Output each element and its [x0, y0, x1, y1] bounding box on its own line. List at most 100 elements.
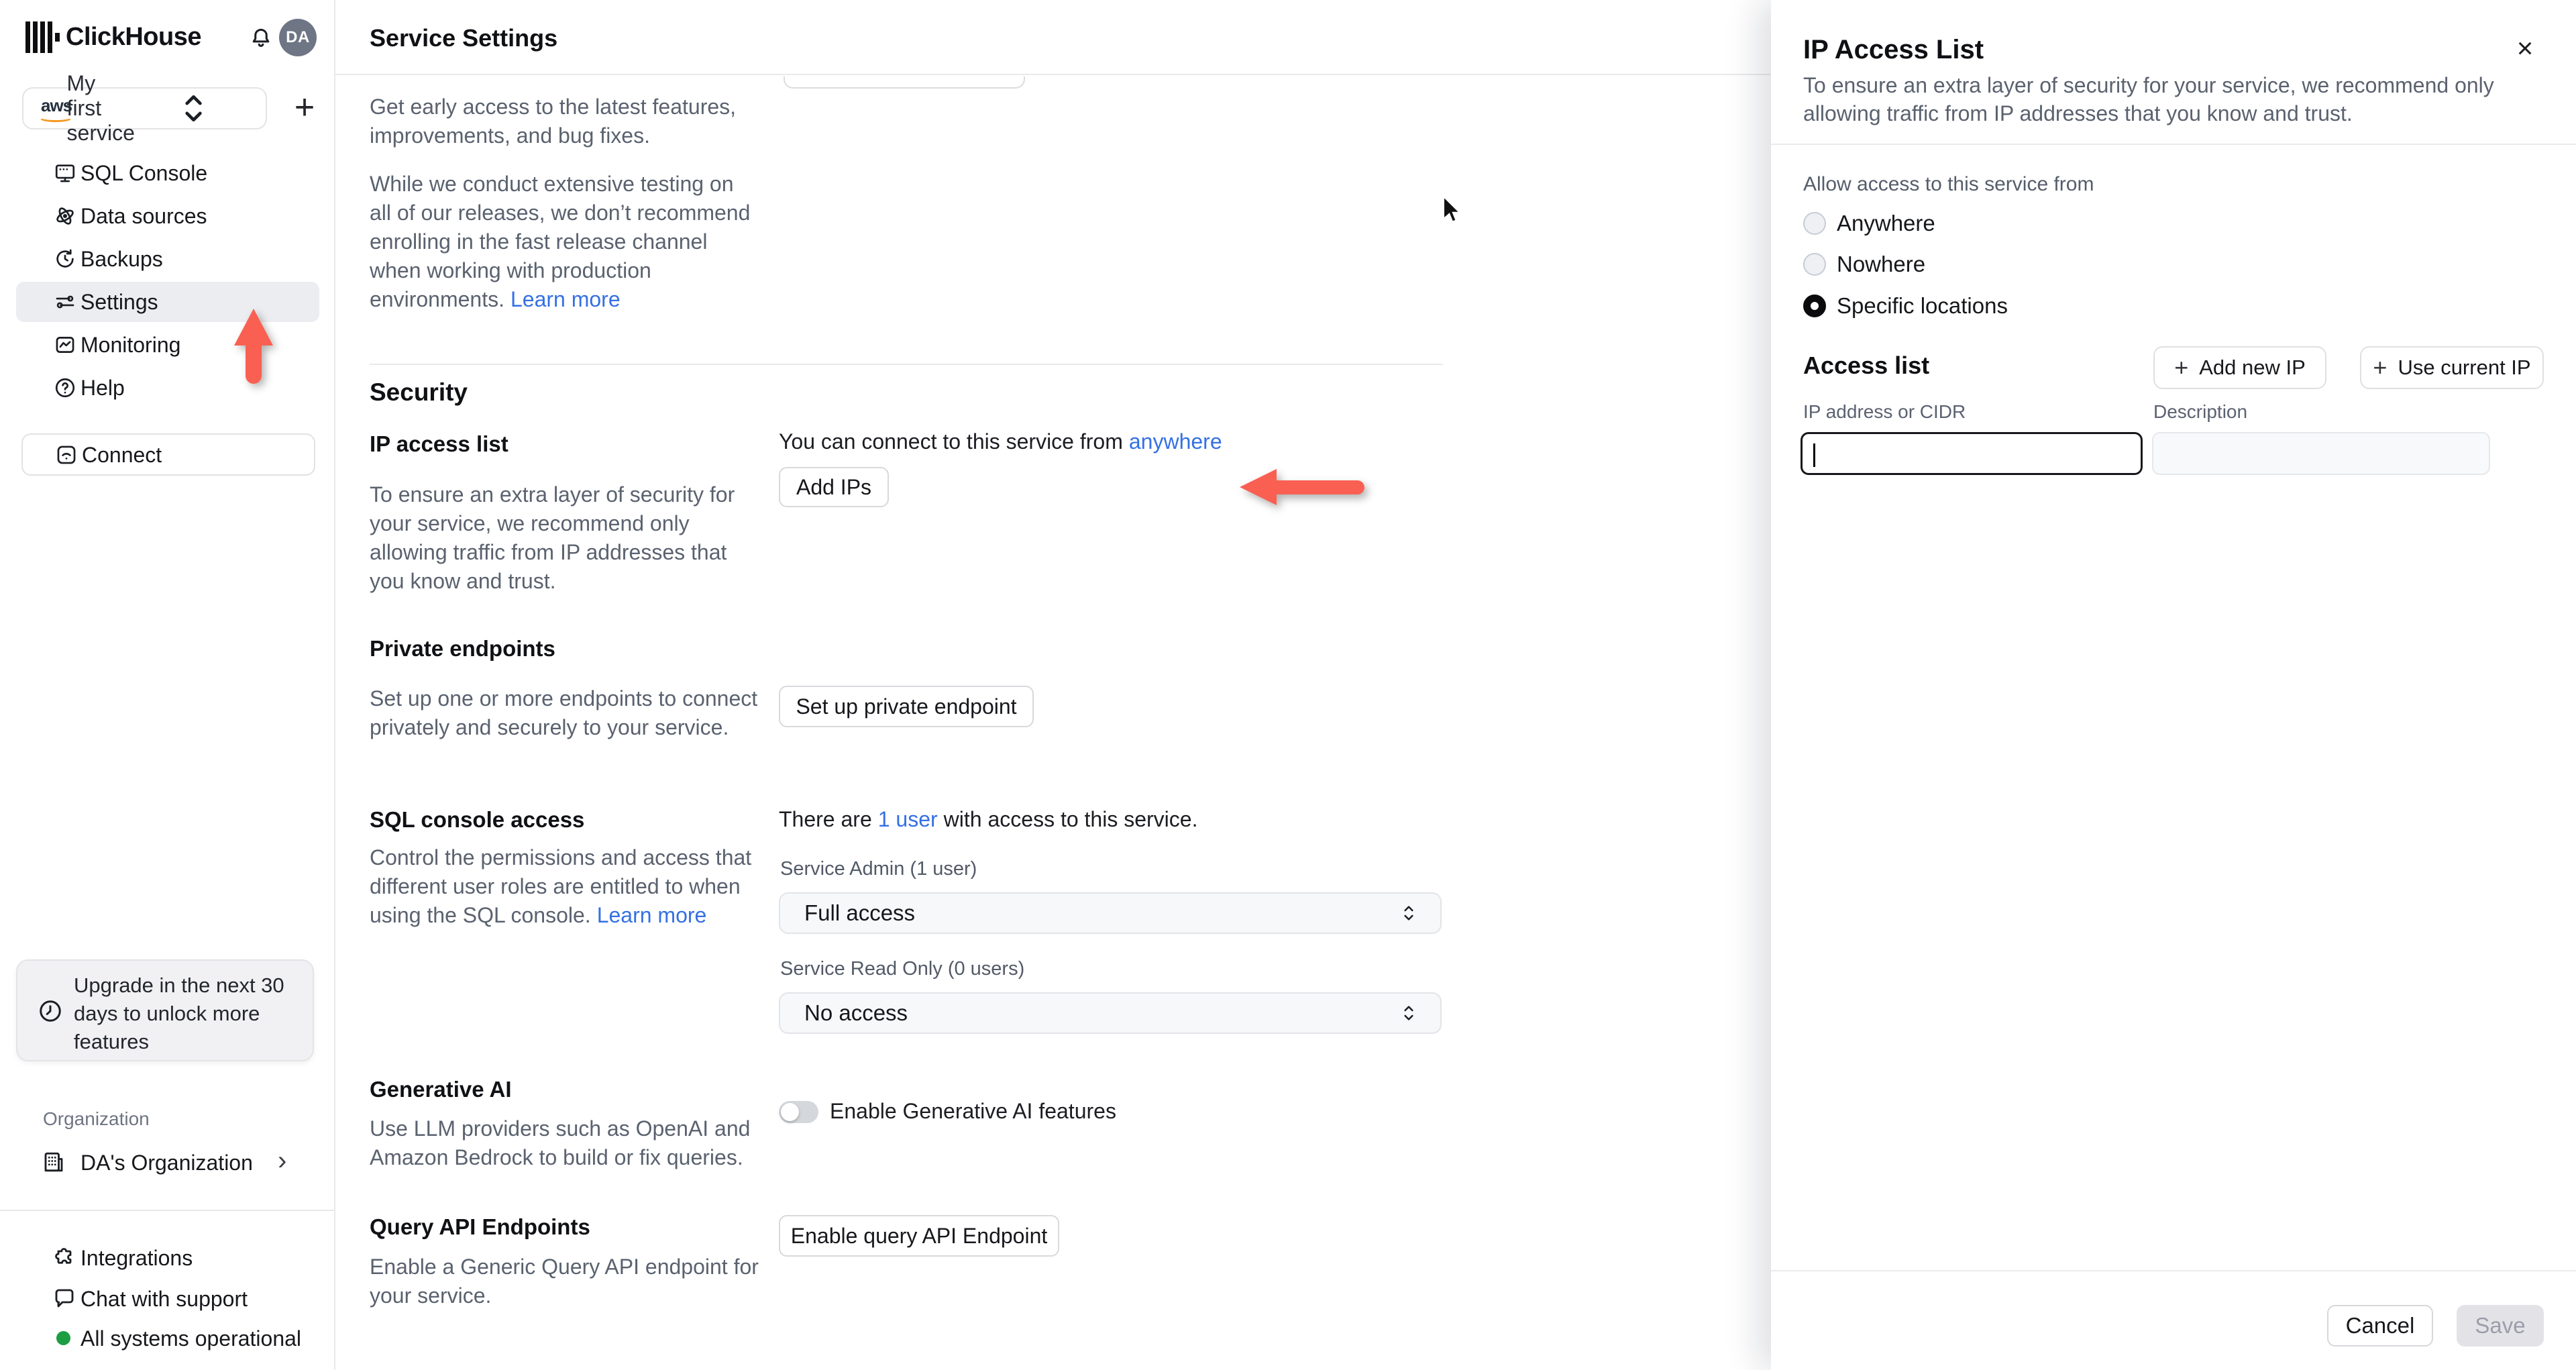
sidebar-divider [0, 1210, 335, 1211]
query-api-desc: Enable a Generic Query API endpoint for … [370, 1255, 759, 1308]
ip-access-list-title: IP access list [370, 431, 508, 456]
service-selector[interactable]: aws My first service [22, 71, 267, 145]
ip-access-list-drawer: IP Access List × To ensure an extra laye… [1771, 0, 2576, 1370]
release-note-paragraph-1: Get early access to the latest features,… [370, 95, 737, 148]
upgrade-notice-card[interactable]: Upgrade in the next 30 days to unlock mo… [16, 959, 314, 1061]
generative-ai-title: Generative AI [370, 1077, 512, 1102]
ip-address-label: IP address or CIDR [1803, 401, 1966, 422]
chevron-updown-icon [1404, 906, 1413, 920]
query-api-title: Query API Endpoints [370, 1214, 590, 1239]
generative-ai-desc: Use LLM providers such as OpenAI and Ama… [370, 1116, 751, 1169]
sql-console-icon [54, 162, 76, 185]
description-label: Description [2153, 401, 2248, 422]
learn-more-link-2[interactable]: Learn more [597, 903, 707, 927]
help-icon [54, 376, 76, 399]
one-user-link[interactable]: 1 user [878, 807, 938, 831]
chevron-right-icon: › [278, 1146, 287, 1175]
service-readonly-label: Service Read Only (0 users) [780, 958, 1025, 980]
ip-access-desc: To ensure an extra layer of security for… [370, 482, 735, 593]
page-title: Service Settings [370, 24, 558, 52]
connect-icon [55, 443, 78, 466]
radio-nowhere[interactable]: Nowhere [1803, 251, 1925, 278]
close-icon[interactable]: × [2509, 32, 2541, 64]
text-caret [1813, 443, 1815, 467]
sidebar-item-settings[interactable]: Settings [16, 282, 319, 322]
security-section-title: Security [370, 378, 468, 406]
radio-unchecked-icon [1803, 253, 1826, 276]
chevron-updown-icon [185, 95, 202, 122]
description-input[interactable] [2152, 432, 2490, 475]
sidebar-item-backups[interactable]: Backups [16, 239, 319, 279]
sidebar-item-monitoring[interactable]: Monitoring [16, 325, 319, 365]
sidebar-item-sql-console[interactable]: SQL Console [16, 153, 319, 193]
sidebar-item-data-sources[interactable]: Data sources [16, 196, 319, 236]
radio-checked-icon [1803, 295, 1826, 317]
upgrade-notice-text: Upgrade in the next 30 days to unlock mo… [74, 973, 284, 1053]
plus-icon: + [2373, 354, 2387, 381]
annotation-arrow-left [1240, 469, 1364, 505]
organization-building-icon [42, 1150, 66, 1174]
use-current-ip-button[interactable]: + Use current IP [2360, 346, 2544, 389]
service-admin-select[interactable]: Full access [779, 892, 1442, 934]
sidebar-item-label: Data sources [80, 203, 207, 228]
service-readonly-select[interactable]: No access [779, 992, 1442, 1034]
enable-query-api-button[interactable]: Enable query API Endpoint [779, 1215, 1059, 1257]
data-sources-icon [54, 205, 76, 227]
add-service-button[interactable]: + [287, 88, 322, 127]
connect-label: Connect [82, 443, 162, 467]
ip-address-input[interactable] [1801, 432, 2143, 475]
release-note-paragraph-2: While we conduct extensive testing on al… [370, 172, 751, 311]
setup-private-endpoint-button[interactable]: Set up private endpoint [779, 686, 1034, 727]
status-green-dot [56, 1331, 70, 1345]
organization-row[interactable]: DA's Organization › [16, 1142, 319, 1182]
user-avatar[interactable]: DA [279, 19, 317, 56]
sidebar-item-label: Chat with support [80, 1287, 248, 1311]
sidebar-item-help[interactable]: Help [16, 368, 319, 408]
drawer-footer-divider [1771, 1270, 2576, 1271]
sidebar-item-chat-support[interactable]: Chat with support [16, 1278, 319, 1318]
radio-anywhere[interactable]: Anywhere [1803, 210, 1935, 237]
service-selector-label: My first service [66, 71, 135, 145]
sql-console-access-title: SQL console access [370, 807, 585, 832]
aws-logo-icon: aws [37, 95, 73, 122]
add-new-ip-button[interactable]: + Add new IP [2153, 346, 2326, 389]
sidebar-item-label: Integrations [80, 1246, 193, 1270]
sql-access-desc: Control the permissions and access that … [370, 845, 752, 927]
system-status-row[interactable]: All systems operational [16, 1318, 319, 1358]
service-admin-label: Service Admin (1 user) [780, 858, 977, 880]
connect-button[interactable]: Connect [21, 433, 315, 476]
brand-title: ClickHouse [66, 23, 201, 51]
drawer-desc: To ensure an extra layer of security for… [1803, 73, 2494, 125]
add-ips-button[interactable]: Add IPs [779, 467, 889, 507]
sidebar-item-integrations[interactable]: Integrations [16, 1237, 319, 1277]
radio-unchecked-icon [1803, 212, 1826, 235]
drawer-divider [1771, 144, 2576, 145]
sql-access-status: There are 1 user with access to this servi… [779, 807, 1198, 831]
chevron-updown-icon [1404, 1006, 1413, 1020]
chat-bubble-icon [52, 1286, 76, 1310]
clock-icon [38, 998, 63, 1024]
sidebar-item-label: Help [80, 375, 125, 400]
sidebar-item-label: Monitoring [80, 332, 181, 357]
drawer-title: IP Access List [1803, 35, 1984, 64]
main-content: Service Settings Get early access to the… [335, 0, 2576, 1370]
ip-access-status: You can connect to this service from anyw… [779, 429, 1222, 454]
notifications-bell-icon[interactable] [248, 25, 274, 51]
sidebar-item-label: Backups [80, 246, 163, 271]
save-button[interactable]: Save [2457, 1305, 2544, 1347]
anywhere-link[interactable]: anywhere [1129, 429, 1222, 454]
allow-access-label: Allow access to this service from [1803, 173, 2094, 195]
status-label: All systems operational [80, 1326, 302, 1351]
organization-name: DA's Organization [80, 1151, 253, 1175]
radio-specific-locations[interactable]: Specific locations [1803, 293, 2008, 319]
clickhouse-console: ClickHouse DA aws My first service + SQL… [0, 0, 2576, 1370]
organization-section-label: Organization [43, 1108, 150, 1129]
cancel-button[interactable]: Cancel [2327, 1305, 2433, 1347]
integrations-puzzle-icon [52, 1245, 76, 1269]
monitoring-icon [54, 333, 76, 356]
release-channel-select-cutoff[interactable] [784, 76, 1025, 89]
plus-icon: + [2174, 354, 2189, 381]
settings-sliders-icon [54, 291, 76, 313]
learn-more-link[interactable]: Learn more [511, 287, 621, 311]
mouse-cursor-icon [1442, 195, 1472, 231]
